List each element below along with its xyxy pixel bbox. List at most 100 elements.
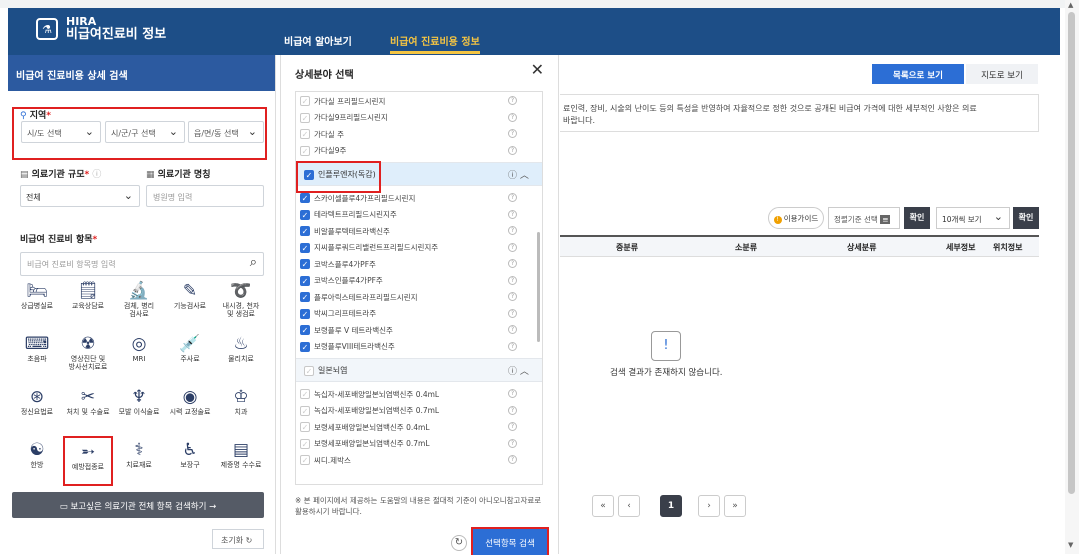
list-scrollbar[interactable] <box>537 232 540 342</box>
checkbox[interactable]: ✓ <box>300 129 310 139</box>
category-0[interactable]: 🛏 상급병실료 <box>12 277 62 327</box>
category-7[interactable]: ◎ MRI <box>114 330 164 380</box>
sigungu-select[interactable]: 시/군/구 선택 ⌄ <box>105 121 185 143</box>
last-page-button[interactable]: » <box>724 495 746 517</box>
checkbox[interactable]: ✓ <box>300 193 310 203</box>
help-icon[interactable]: ? <box>508 325 517 334</box>
page-scrollbar[interactable]: ▲ ▼ <box>1065 0 1079 554</box>
checkbox[interactable]: ✓ <box>300 455 310 465</box>
map-view-button[interactable]: 지도로 보기 <box>966 64 1038 84</box>
checkbox[interactable]: ✓ <box>300 325 310 335</box>
hospital-name-input[interactable]: 병원명 입력 <box>146 185 264 207</box>
checkbox[interactable]: ✓ <box>300 422 310 432</box>
category-13[interactable]: ◉ 시력 교정술료 <box>165 383 215 433</box>
field-item[interactable]: ✓ 가다실 주 <box>300 127 344 141</box>
field-item[interactable]: ✓ 비알플루텍테트라백신주 <box>300 224 390 238</box>
category-19[interactable]: ▤ 제증명 수수료 <box>216 436 266 486</box>
checkbox[interactable]: ✓ <box>300 275 310 286</box>
help-icon[interactable]: ? <box>508 242 517 252</box>
category-16[interactable]: ➵ 예방접종료 <box>63 436 113 486</box>
checkbox[interactable]: ✓ <box>300 259 310 269</box>
field-item[interactable]: ✓ 보령세포배양일본뇌염백신주 0.7mL <box>300 437 430 451</box>
page-size-select[interactable]: 10개씩 보기 ⌄ <box>936 207 1010 229</box>
category-3[interactable]: ✎ 기능검사료 <box>165 277 215 327</box>
reset-button[interactable]: 초기화 ↻ <box>212 529 264 549</box>
checkbox[interactable]: ✓ <box>300 209 310 220</box>
category-2[interactable]: 🔬 검체, 병리 검사료 <box>114 277 164 327</box>
collapse-icon[interactable]: ⓘ ︿ <box>508 168 529 181</box>
help-icon[interactable]: ? <box>508 259 517 268</box>
help-icon[interactable]: ? <box>508 226 517 235</box>
help-icon[interactable]: ? <box>508 405 517 415</box>
field-item[interactable]: ✓ 녹십자-세포배양일본뇌염백신주 0.4mL <box>300 387 439 401</box>
help-icon[interactable]: ? <box>508 129 517 138</box>
category-8[interactable]: 💉 주사료 <box>165 330 215 380</box>
search-all-button[interactable]: ▭ 보고싶은 의료기관 전체 항목 검색하기 → <box>12 492 264 518</box>
prev-page-button[interactable]: ‹ <box>618 495 640 517</box>
help-icon[interactable]: ? <box>508 193 517 202</box>
category-5[interactable]: ⌨ 초음파 <box>12 330 62 380</box>
help-icon[interactable]: ? <box>508 438 517 448</box>
field-item[interactable]: ✓ 지씨플루쿼드리밸런트프리필드시린지주 <box>300 241 438 255</box>
page-size-confirm-button[interactable]: 확인 <box>1013 207 1039 229</box>
item-search-input[interactable]: 비급여 진료비 항목명 입력 ⌕ <box>20 252 264 276</box>
checkbox[interactable]: ✓ <box>300 389 310 399</box>
checkbox[interactable]: ✓ <box>300 96 310 106</box>
checkbox[interactable]: ✓ <box>300 145 310 156</box>
help-icon[interactable]: ? <box>508 341 517 351</box>
field-item[interactable]: ✓ 가다실9프리필드시린지 <box>300 111 388 125</box>
checkbox[interactable]: ✓ <box>300 308 310 319</box>
help-icon[interactable]: ? <box>508 275 517 285</box>
guide-button[interactable]: ! 이용가이드 <box>768 207 824 229</box>
field-item[interactable]: ✓ 보령플루 V 테트라백신주 <box>300 323 393 337</box>
category-17[interactable]: ⚕ 치료재료 <box>114 436 164 486</box>
checkbox[interactable]: ✓ <box>300 112 310 123</box>
list-view-button[interactable]: 목록으로 보기 <box>872 64 964 84</box>
scale-select[interactable]: 전체 ⌄ <box>20 185 140 207</box>
category-10[interactable]: ⊛ 정신요법료 <box>12 383 62 433</box>
help-icon[interactable]: ? <box>508 422 517 431</box>
category-12[interactable]: ♆ 모발 이식술료 <box>114 383 164 433</box>
category-18[interactable]: ♿ 보장구 <box>165 436 215 486</box>
eupmyeondong-select[interactable]: 읍/면/동 선택 ⌄ <box>188 121 264 143</box>
field-item[interactable]: ✓ 녹십자-세포배양일본뇌염백신주 0.7mL <box>300 404 439 418</box>
checkbox[interactable]: ✓ <box>300 226 310 236</box>
help-icon[interactable]: ? <box>508 292 517 301</box>
first-page-button[interactable]: « <box>592 495 614 517</box>
checkbox[interactable]: ✓ <box>300 438 310 449</box>
help-icon[interactable]: ? <box>508 455 517 464</box>
sort-select[interactable]: 정렬기준 선택 ≡ <box>828 207 900 229</box>
sort-confirm-button[interactable]: 확인 <box>904 207 930 229</box>
refresh-icon[interactable]: ↻ <box>451 535 467 551</box>
collapse-icon[interactable]: ⓘ ︿ <box>508 364 529 377</box>
field-item[interactable]: ✓ 코박스플루4가PF주 <box>300 257 376 271</box>
field-item[interactable]: ✓ 박씨그리프테트라주 <box>300 307 376 321</box>
category-9[interactable]: ♨ 물리치료 <box>216 330 266 380</box>
help-icon[interactable]: ? <box>508 209 517 219</box>
nav-learn[interactable]: 비급여 알아보기 <box>284 33 352 48</box>
sido-select[interactable]: 시/도 선택 ⌄ <box>21 121 101 143</box>
field-item[interactable]: ✓ 씨디.제박스 <box>300 453 351 467</box>
field-item[interactable]: ✓ 가다실9주 <box>300 144 346 158</box>
checkbox[interactable]: ✓ <box>300 405 310 416</box>
next-page-button[interactable]: › <box>698 495 720 517</box>
checkbox[interactable]: ✓ <box>300 341 310 352</box>
category-4[interactable]: ➰ 내시경, 천자 및 생검료 <box>216 277 266 327</box>
checkbox[interactable]: ✓ <box>300 292 310 302</box>
close-icon[interactable]: ✕ <box>531 60 544 79</box>
nav-cost-info[interactable]: 비급여 진료비용 정보 <box>390 33 480 54</box>
category-14[interactable]: ♔ 치과 <box>216 383 266 433</box>
field-item[interactable]: ✓ 테라텍트프리필드시린지주 <box>300 208 397 222</box>
help-icon[interactable]: ? <box>508 308 517 318</box>
apply-selection-button[interactable]: 선택항목 검색 <box>471 527 549 555</box>
field-item[interactable]: ✓ 보령플루VIII테트라백신주 <box>300 340 395 354</box>
checkbox[interactable]: ✓ <box>304 365 314 376</box>
field-group[interactable]: ✓ 일본뇌염 ⓘ ︿ <box>296 358 542 382</box>
help-icon[interactable]: ? <box>508 145 517 155</box>
help-icon[interactable]: ? <box>508 389 517 398</box>
help-icon[interactable]: ? <box>508 96 517 105</box>
checkbox[interactable]: ✓ <box>300 242 310 253</box>
field-item[interactable]: ✓ 보령세포배양일본뇌염백신주 0.4mL <box>300 420 430 434</box>
field-item[interactable]: ✓ 스카이셀플루4가프리필드시린지 <box>300 191 415 205</box>
category-6[interactable]: ☢ 영상진단 및 방사선치료료 <box>63 330 113 380</box>
